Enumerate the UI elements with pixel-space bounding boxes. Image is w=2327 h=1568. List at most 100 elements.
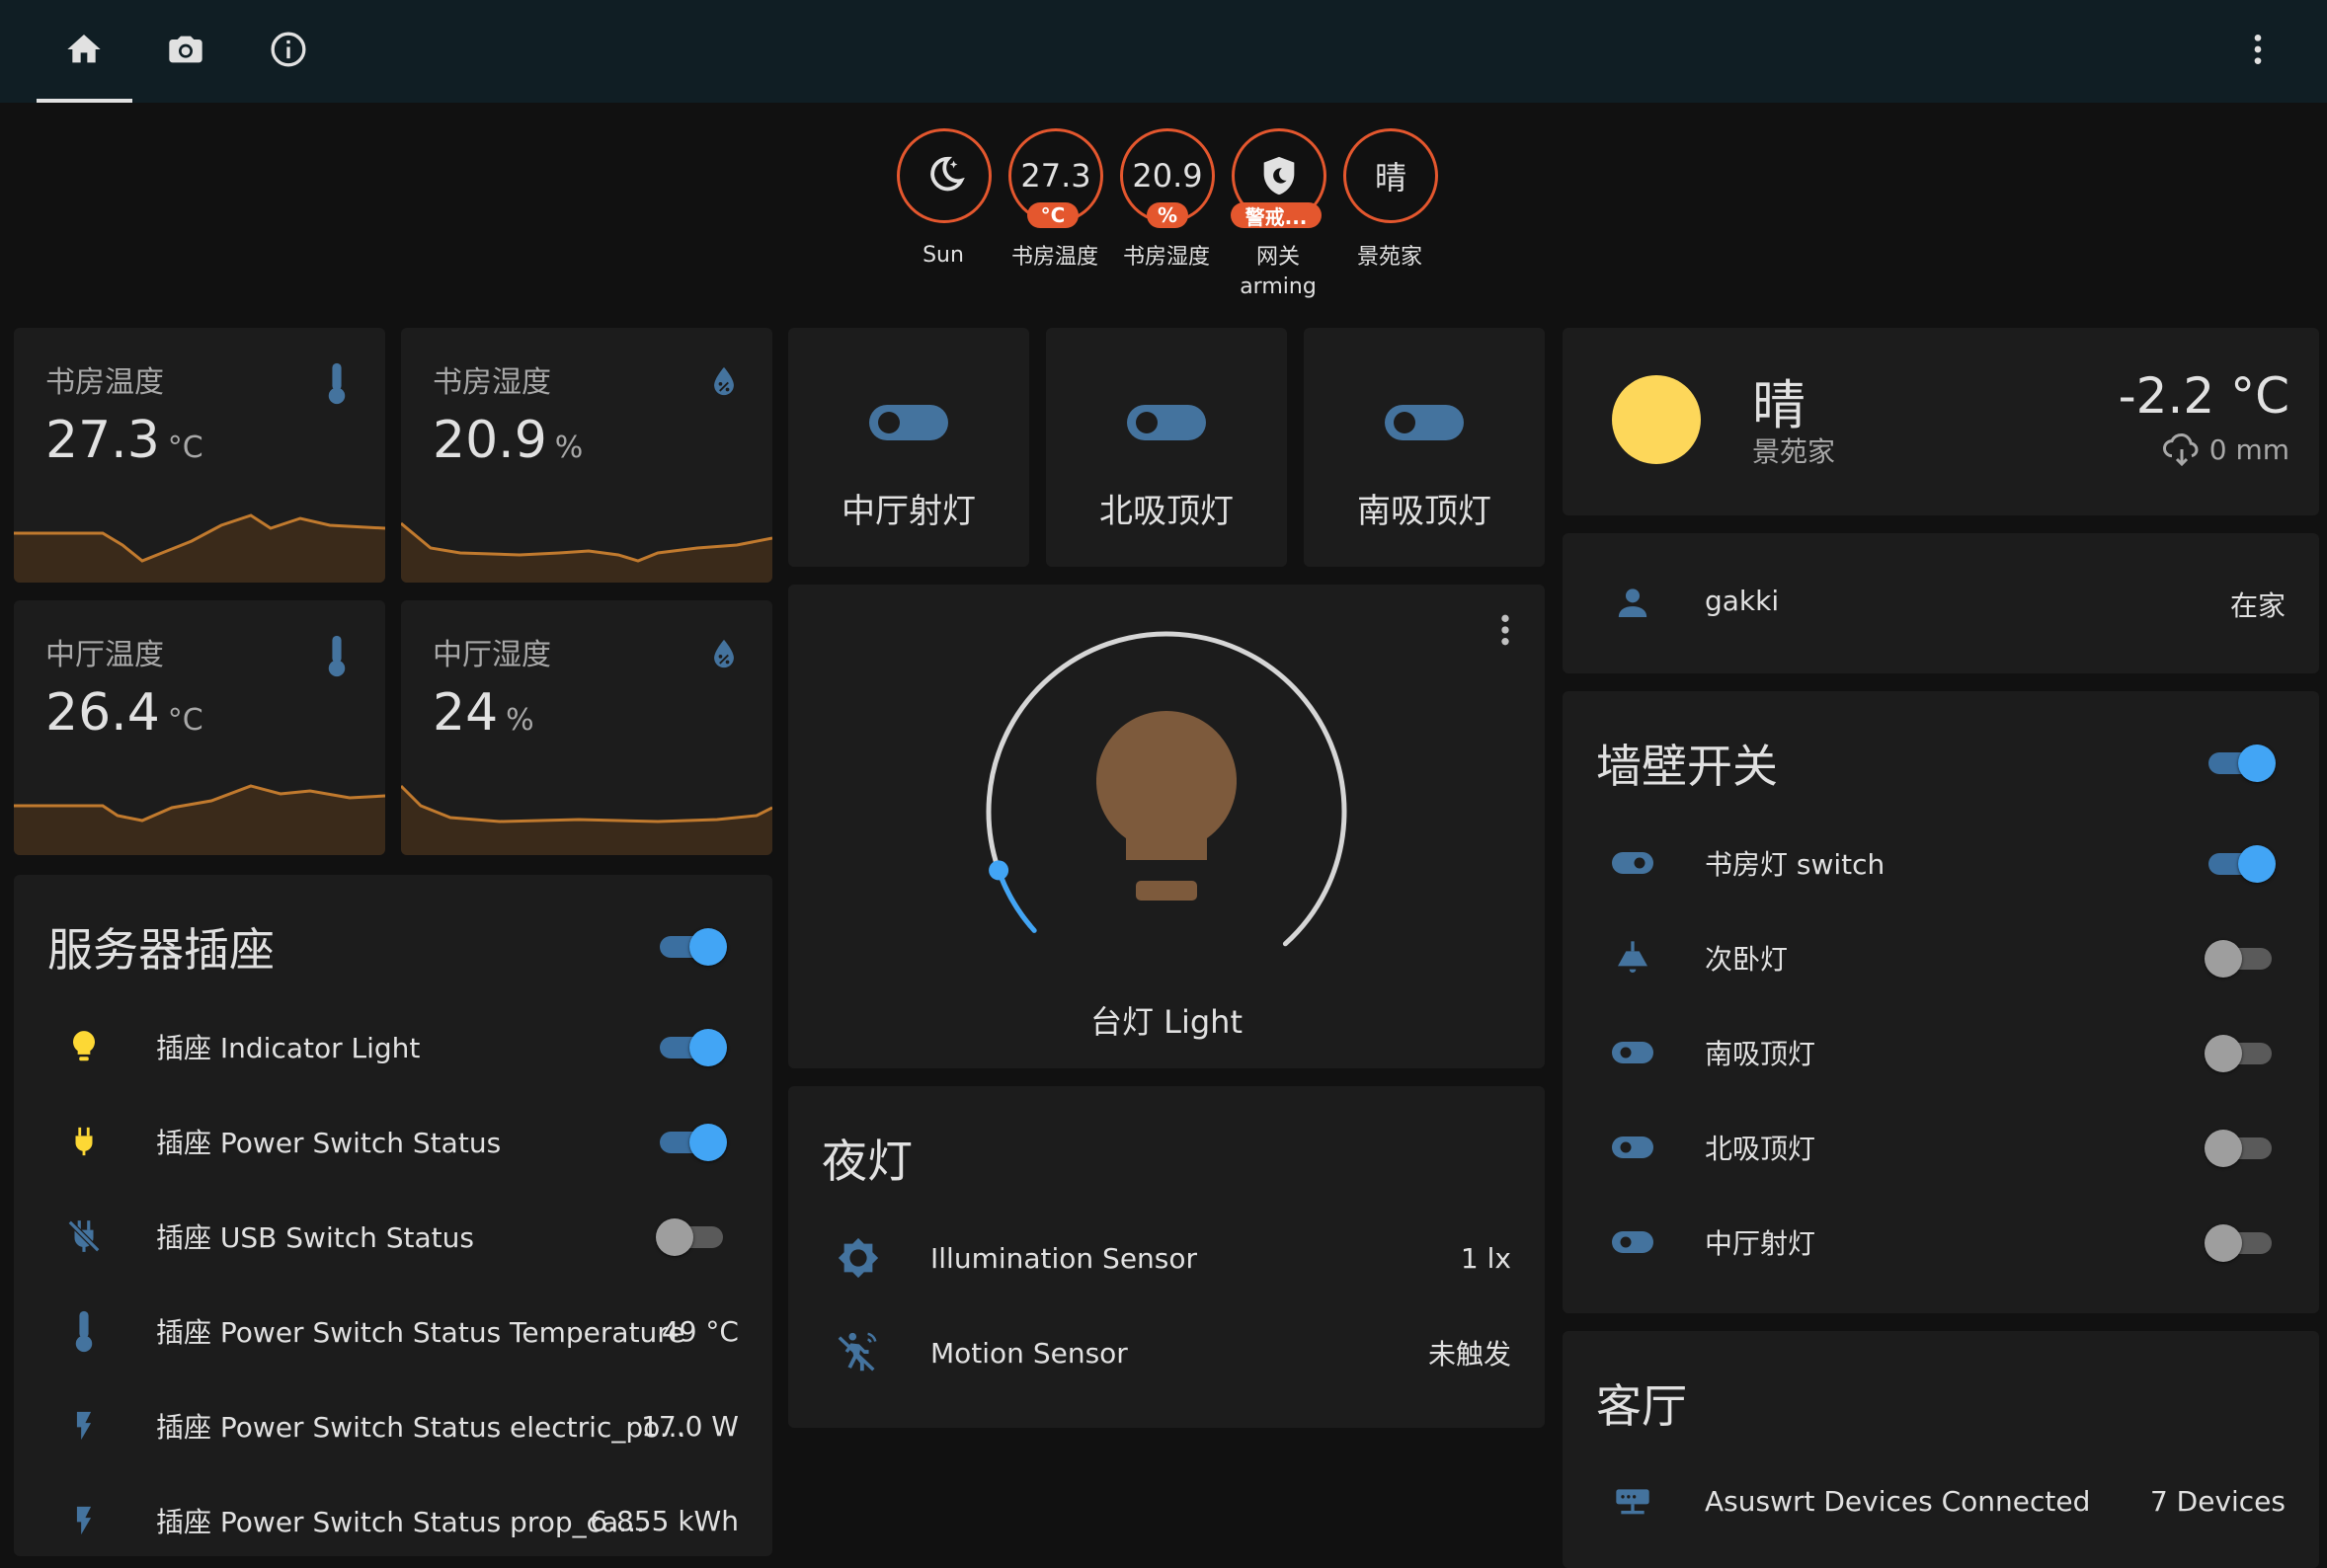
badge-label: 网关 xyxy=(1255,245,1300,270)
history-graph xyxy=(14,513,385,583)
entity-row[interactable]: 书房灯 switch xyxy=(1563,816,2319,910)
weather-precipitation-line: 0 mm xyxy=(2162,432,2289,466)
card-title: 墙壁开关 xyxy=(1596,740,1778,793)
info-icon[interactable] xyxy=(259,20,318,79)
entity-name: 插座 Power Switch Status xyxy=(156,1127,502,1159)
entity-name: 插座 Power Switch Status prop_ca... xyxy=(156,1506,645,1538)
sensor-name: 书房湿度 xyxy=(433,365,551,400)
toggle-switch-off-icon xyxy=(1603,1229,1662,1255)
entity-row[interactable]: 次卧灯 xyxy=(1563,910,2319,1005)
toggle-switch[interactable] xyxy=(656,1122,727,1161)
badge-label-2: arming xyxy=(1240,274,1317,299)
brightness-icon xyxy=(829,1235,888,1281)
entity-name: Motion Sensor xyxy=(930,1336,1128,1370)
home-icon[interactable] xyxy=(54,20,114,79)
entities-card-server-plug: 服务器插座 插座 Indicator Light 插座 Power Switch… xyxy=(14,875,772,1556)
weather-card[interactable]: 晴 景苑家 -2.2 °C 0 mm xyxy=(1563,328,2319,515)
toggle-switch-off-icon xyxy=(1603,1135,1662,1160)
header-toggle-switch[interactable] xyxy=(656,926,727,966)
sunny-weather-icon xyxy=(1612,375,1701,464)
sensor-value: 26.4 xyxy=(45,683,160,743)
entity-row[interactable]: 插座 Power Switch Status xyxy=(14,1094,772,1189)
sensor-card-hall-temperature[interactable]: 中厅温度 26.4 °C xyxy=(14,600,385,855)
toggle-switch-icon xyxy=(1385,405,1464,440)
entity-row[interactable]: 插座 USB Switch Status xyxy=(14,1189,772,1284)
toggle-switch[interactable] xyxy=(2205,1222,2276,1262)
flash-icon xyxy=(54,1404,114,1448)
toggle-tile-hall-spotlight[interactable]: 中厅射灯 xyxy=(788,328,1029,567)
entity-row[interactable]: 插座 Power Switch Status electric_po... 17… xyxy=(14,1378,772,1473)
badge-unit: °C xyxy=(1027,202,1079,228)
person-card[interactable]: gakki 在家 xyxy=(1563,533,2319,673)
account-icon xyxy=(1603,573,1662,632)
entity-name: 插座 USB Switch Status xyxy=(156,1221,474,1254)
entity-row[interactable]: 北吸顶灯 xyxy=(1563,1100,2319,1195)
card-title: 夜灯 xyxy=(822,1135,913,1188)
slider-handle[interactable] xyxy=(989,860,1009,881)
entity-row[interactable]: 中厅射灯 xyxy=(1563,1195,2319,1290)
toggle-tile-south-ceiling[interactable]: 南吸顶灯 xyxy=(1304,328,1545,567)
tile-label: 北吸顶灯 xyxy=(1099,492,1234,531)
slider-fill xyxy=(996,867,1037,933)
entity-row[interactable]: 插座 Power Switch Status prop_ca... 6.855 … xyxy=(14,1473,772,1556)
toggle-switch[interactable] xyxy=(656,1216,727,1256)
motion-sensor-off-icon xyxy=(829,1330,888,1375)
top-app-bar xyxy=(0,0,2327,103)
entity-row[interactable]: Motion Sensor 未触发 xyxy=(788,1305,1545,1400)
toggle-switch[interactable] xyxy=(2205,1033,2276,1072)
sensor-card-study-temperature[interactable]: 书房温度 27.3 °C xyxy=(14,328,385,583)
entity-row[interactable]: 南吸顶灯 xyxy=(1563,1005,2319,1100)
entity-name: 插座 Power Switch Status Temperature xyxy=(156,1316,685,1349)
flash-icon xyxy=(54,1499,114,1542)
entity-name: 北吸顶灯 xyxy=(1705,1133,1816,1165)
badge-label: 景苑家 xyxy=(1356,245,1422,270)
entity-name: Asuswrt Devices Connected xyxy=(1705,1484,2091,1518)
person-state: 在家 xyxy=(2229,589,2286,622)
ceiling-light-icon xyxy=(1603,938,1662,978)
light-card: 台灯 Light xyxy=(788,585,1545,1068)
more-vertical-icon[interactable] xyxy=(1495,610,1515,654)
toggle-switch-icon xyxy=(1603,850,1662,876)
toggle-switch[interactable] xyxy=(2205,1128,2276,1167)
sensor-card-study-humidity[interactable]: 书房湿度 20.9% xyxy=(401,328,772,583)
sensor-card-hall-humidity[interactable]: 中厅湿度 24% xyxy=(401,600,772,855)
sensor-unit: °C xyxy=(167,431,203,465)
badge-label: 书房湿度 xyxy=(1122,245,1210,270)
light-name: 台灯 Light xyxy=(1089,1003,1244,1041)
entity-value: 6.855 kWh xyxy=(590,1504,739,1537)
sensor-value: 27.3 xyxy=(45,411,160,470)
entities-card-living-room: 客厅 Asuswrt Devices Connected 7 Devices xyxy=(1563,1331,2319,1568)
entity-name: Illumination Sensor xyxy=(930,1241,1198,1275)
entity-row[interactable]: Illumination Sensor 1 lx xyxy=(788,1211,1545,1305)
lightbulb-icon[interactable] xyxy=(1096,711,1237,912)
badge-label: 书房温度 xyxy=(1010,245,1098,270)
thermometer-icon xyxy=(320,634,354,681)
card-title: 服务器插座 xyxy=(47,923,275,977)
entity-row[interactable]: 插座 Indicator Light xyxy=(14,999,772,1094)
active-tab-indicator xyxy=(37,99,132,103)
sensor-value-line: 24% xyxy=(433,683,534,743)
more-vertical-icon[interactable] xyxy=(2228,20,2287,79)
sensor-value: 24 xyxy=(433,683,499,743)
entities-card-wall-switches: 墙壁开关 书房灯 switch 次卧灯 南吸顶灯 北吸顶灯 中厅射灯 xyxy=(1563,691,2319,1313)
entity-name: 次卧灯 xyxy=(1705,943,1789,976)
entity-row[interactable]: Asuswrt Devices Connected 7 Devices xyxy=(1563,1453,2319,1548)
lightbulb-icon xyxy=(54,1025,114,1068)
sensor-unit: % xyxy=(506,703,534,738)
header-toggle-switch[interactable] xyxy=(2205,743,2276,782)
toggle-switch[interactable] xyxy=(2205,843,2276,883)
power-plug-off-icon xyxy=(54,1215,114,1258)
entity-row[interactable]: 插座 Power Switch Status Temperature 49 °C xyxy=(14,1284,772,1378)
entity-value: 1 lx xyxy=(1460,1241,1511,1275)
toggle-switch[interactable] xyxy=(2205,938,2276,978)
toggle-tile-north-ceiling[interactable]: 北吸顶灯 xyxy=(1046,328,1287,567)
tile-label: 中厅射灯 xyxy=(842,492,976,531)
person-name: gakki xyxy=(1705,585,1780,617)
camera-icon[interactable] xyxy=(156,20,215,79)
weather-location: 景苑家 xyxy=(1752,435,1836,468)
toggle-switch-icon xyxy=(869,405,948,440)
toggle-switch[interactable] xyxy=(656,1027,727,1066)
history-graph xyxy=(401,784,772,855)
history-graph xyxy=(14,784,385,855)
toggle-switch-icon xyxy=(1127,405,1206,440)
